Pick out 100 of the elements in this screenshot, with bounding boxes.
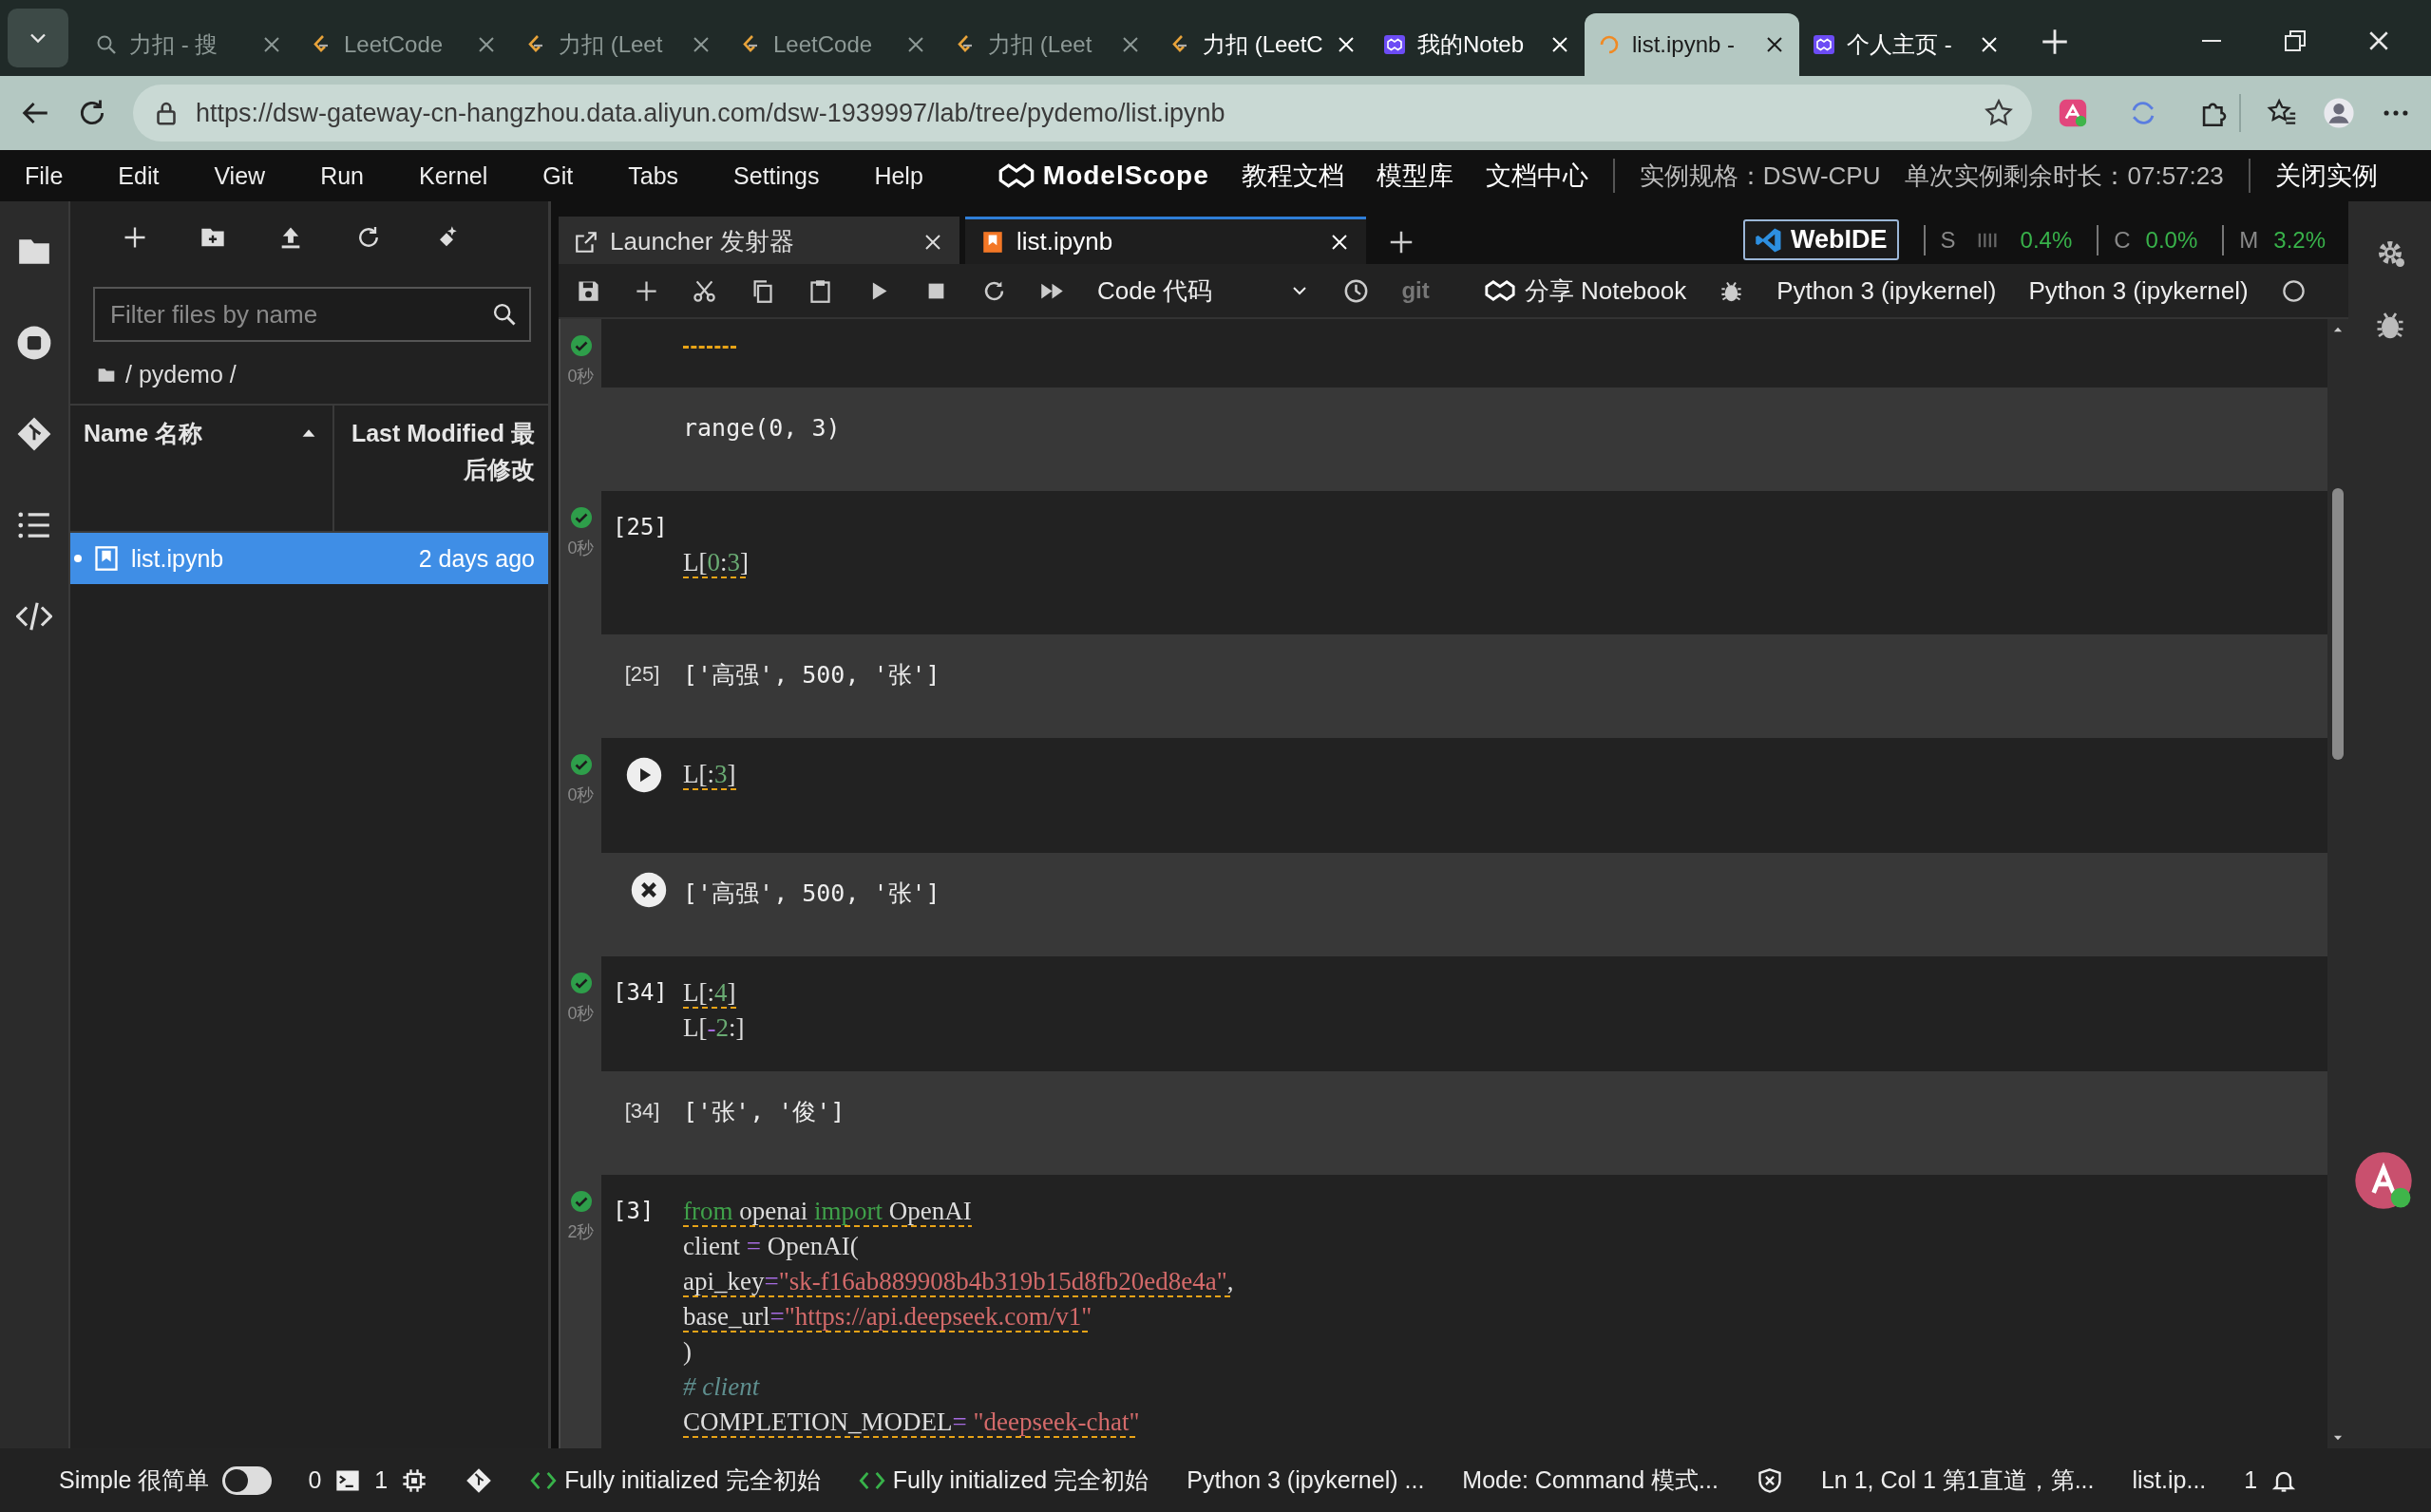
mode-label: Simple 很简单 xyxy=(59,1465,210,1495)
git-icon[interactable] xyxy=(16,416,52,452)
terminal-count: 0 xyxy=(308,1466,322,1494)
cell-output: ['高强', 500, '张'] xyxy=(683,659,940,690)
cursor-position[interactable]: Ln 1, Col 1 第1直道，第... xyxy=(1820,1465,2095,1496)
kernel-name[interactable]: Python 3 (ipykernel) xyxy=(1776,275,1997,306)
cell-output: ['张', '俊'] xyxy=(683,1096,845,1127)
output-count: [34] xyxy=(623,1099,661,1124)
git-label[interactable]: git xyxy=(1401,277,1430,304)
cell-type-dropdown[interactable]: Code 代码 xyxy=(1097,274,1312,308)
profile-avatar-icon[interactable] xyxy=(2323,97,2355,129)
brand-logo[interactable]: ModelScope xyxy=(997,157,1209,195)
assistant-button-icon[interactable] xyxy=(2354,1151,2413,1210)
modified-time: 2 days ago xyxy=(418,544,535,573)
file-name: list.ipynb xyxy=(131,544,225,573)
address-bar[interactable]: https://dsw-gateway-cn-hangzhou.data.aliyun.com/dsw-1939997/lab/tree/pydemo/list.ipynb xyxy=(133,85,2032,142)
webide-button[interactable]: WebIDE xyxy=(1743,219,1899,260)
shield-icon[interactable] xyxy=(1756,1466,1783,1494)
simple-mode-toggle[interactable] xyxy=(222,1465,273,1495)
breadcrumb[interactable]: / pydemo / xyxy=(125,361,237,388)
menu-item[interactable]: Git xyxy=(523,161,593,190)
menu-item[interactable]: View xyxy=(195,161,285,190)
resource-label: C xyxy=(2114,226,2131,254)
execution-time: 2秒 xyxy=(567,1221,595,1243)
share-button[interactable]: 分享 Notebook xyxy=(1480,274,1687,308)
browser-tab[interactable]: list.ipynb - xyxy=(1585,13,1799,76)
run-cell-icon[interactable] xyxy=(626,757,662,793)
scrollbar[interactable] xyxy=(2327,319,2348,1448)
menu-item[interactable]: Kernel xyxy=(400,161,507,190)
code-line: client = OpenAI( xyxy=(683,1231,859,1262)
cell-output: ['高强', 500, '张'] xyxy=(683,878,940,909)
notification-count: 1 xyxy=(2244,1466,2258,1494)
paste-icon[interactable] xyxy=(807,277,833,304)
menu-item[interactable]: Help xyxy=(855,161,942,190)
extension-icon[interactable] xyxy=(2057,97,2089,129)
chip-icon[interactable] xyxy=(401,1466,428,1494)
app-logo-icon xyxy=(1813,33,1835,56)
code-cell[interactable]: L[:3] xyxy=(601,738,2327,853)
execution-count: [25] xyxy=(612,513,669,542)
browser-tab[interactable]: 力扣 (LeetC xyxy=(1155,13,1370,76)
code-line: ) xyxy=(683,1336,693,1368)
code-cell[interactable]: [34] L[:4] L[-2:] xyxy=(601,956,2327,1071)
menu-item[interactable]: Run xyxy=(301,161,383,190)
execution-time: 0秒 xyxy=(567,366,595,387)
code-line: L[-2:] xyxy=(683,1012,745,1044)
git-icon[interactable] xyxy=(465,1466,493,1494)
column-header[interactable]: Name 名称 xyxy=(70,406,334,531)
output-count: [25] xyxy=(623,662,661,687)
browser-tab[interactable]: LeetCode xyxy=(296,13,511,76)
resource-label: M xyxy=(2239,226,2259,254)
kernel-name[interactable]: Python 3 (ipykernel) xyxy=(2028,275,2249,306)
launch-icon xyxy=(574,229,598,255)
execution-count: [34] xyxy=(612,978,669,1008)
init-status: Fully initialized 完全初始 xyxy=(564,1465,821,1495)
file-name: list.ip... xyxy=(2132,1466,2207,1494)
browser-tab[interactable]: 力扣 - 搜 xyxy=(82,13,296,76)
app-logo-icon xyxy=(1383,33,1406,56)
command-mode[interactable]: Mode: Command 模式... xyxy=(1462,1465,1719,1496)
menu-item[interactable]: Settings xyxy=(714,161,839,190)
loading-spinner-icon xyxy=(1598,33,1621,56)
code-line: # client xyxy=(683,1371,760,1403)
menu-item[interactable]: File xyxy=(6,161,83,190)
scrollbar-thumb[interactable] xyxy=(2332,488,2344,760)
header-link[interactable]: 模型库 xyxy=(1376,159,1453,193)
resource-value: 0.4% xyxy=(2020,226,2073,254)
search-icon[interactable] xyxy=(491,301,518,328)
header-link[interactable]: 教程文档 xyxy=(1241,159,1344,193)
menu-item[interactable]: Edit xyxy=(99,161,179,190)
cell-output: range(0, 3) xyxy=(683,413,841,442)
clear-output-icon[interactable] xyxy=(631,872,667,908)
resource-value: 0.0% xyxy=(2145,226,2198,254)
stop-icon[interactable] xyxy=(16,325,52,361)
execution-time: 0秒 xyxy=(567,1003,595,1025)
header-link[interactable]: 文档中心 xyxy=(1485,159,1588,193)
menu-item[interactable]: Tabs xyxy=(609,161,698,190)
notebook-tab[interactable]: Launcher 发射器 xyxy=(559,217,959,264)
status-dot xyxy=(74,555,82,562)
resource-label: S xyxy=(1940,226,1956,254)
close-instance-link[interactable]: 关闭实例 xyxy=(2274,159,2378,193)
execution-time: 0秒 xyxy=(567,538,595,559)
code-cell[interactable]: [25] L[0:3] xyxy=(601,491,2327,634)
browser-tab[interactable]: LeetCode xyxy=(726,13,940,76)
browser-tab[interactable]: 我的Noteb xyxy=(1370,13,1585,76)
column-header[interactable]: Last Modified 最后修改 xyxy=(334,406,548,531)
notebook-icon xyxy=(980,229,1005,255)
search-icon xyxy=(95,33,118,56)
code-cell[interactable]: [3] from openai import OpenAI client = OpenAI( api_key="sk-f16ab889908b4b319b15d8fb20ed8e4a", base_url="https://api.deepseek.com/v1" ) # client COMPLETION_MODEL= "deepseek-chat" xyxy=(601,1175,2327,1448)
kernel-status[interactable]: Python 3 (ipykernel) ... xyxy=(1187,1466,1425,1494)
execution-count: [3] xyxy=(612,1197,655,1226)
filter-field[interactable]: Filter files by name xyxy=(93,287,531,342)
code-cell[interactable] xyxy=(601,319,2327,387)
browser-tab[interactable]: 个人主页 - xyxy=(1799,13,2014,76)
kernel-count: 1 xyxy=(374,1466,389,1494)
browser-tab[interactable]: 力扣 (Leet xyxy=(940,13,1155,76)
notebook-tab[interactable]: list.ipynb xyxy=(965,217,1366,264)
browser-tab[interactable]: 力扣 (Leet xyxy=(511,13,726,76)
clock-icon[interactable] xyxy=(1343,277,1370,304)
instance-spec: 实例规格：DSW-CPU xyxy=(1639,160,1881,192)
notebook-file-icon xyxy=(93,545,120,572)
remaining-time: 单次实例剩余时长：07:57:23 xyxy=(1905,160,2224,192)
